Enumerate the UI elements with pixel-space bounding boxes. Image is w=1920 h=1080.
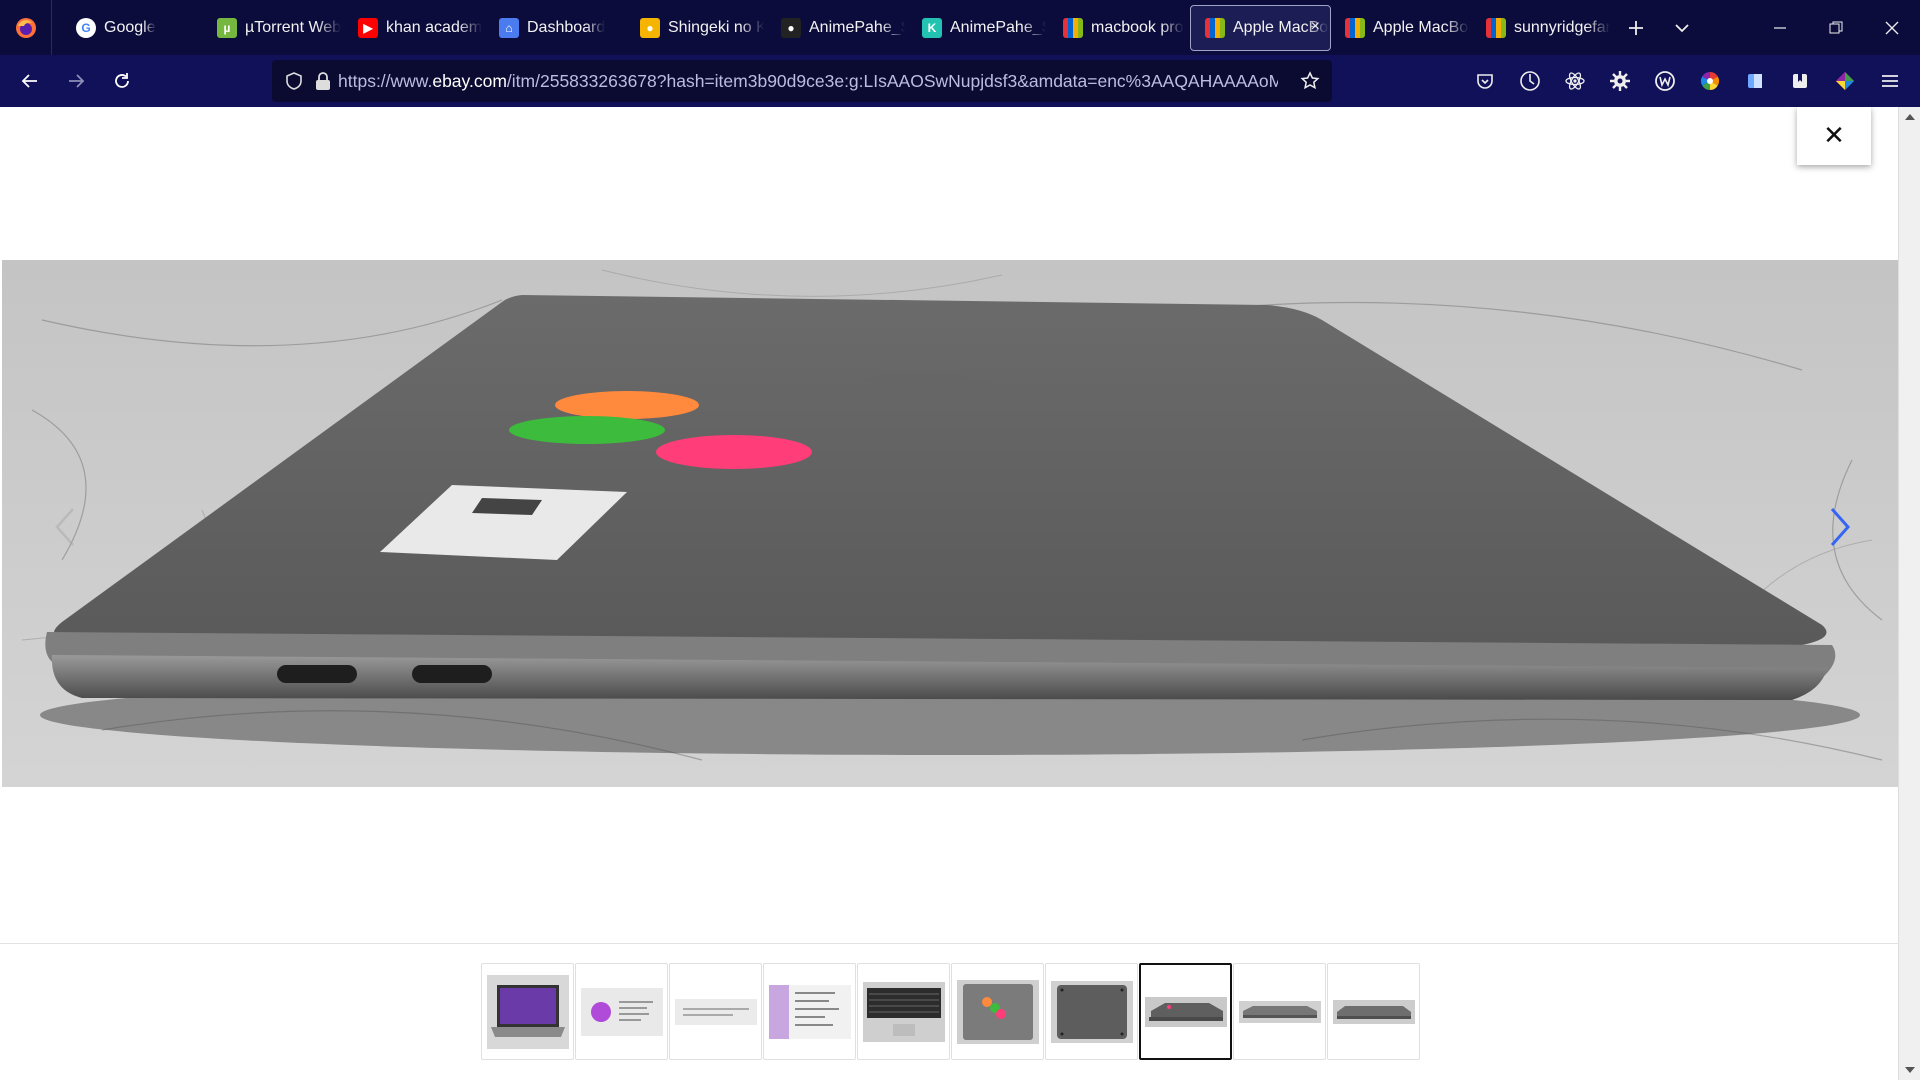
ebay-icon [1345, 17, 1365, 38]
tab-5[interactable]: ● Shingeki no Kyojin [626, 5, 767, 51]
tab-strip: G Google µ µTorrent Web ▶ khan academy ⌂ Dashbo… [52, 0, 1613, 55]
tab-1[interactable]: G Google [62, 5, 203, 51]
tab-title: khan academy [386, 18, 482, 36]
tab-title: AnimePahe_S [950, 18, 1046, 36]
color-wheel-icon[interactable] [1695, 66, 1725, 96]
forward-button[interactable] [54, 61, 98, 101]
tab-9-active[interactable]: Apple MacBook× [1190, 4, 1331, 51]
lock-icon[interactable] [314, 71, 332, 91]
tab-title: sunnyridgefarm [1514, 18, 1610, 36]
bookmark-star-icon[interactable] [1300, 71, 1320, 91]
tab-8[interactable]: macbook pro [1049, 5, 1190, 51]
thumbnail-8-selected[interactable] [1139, 963, 1232, 1060]
react-devtools-icon[interactable] [1560, 66, 1590, 96]
ebay-icon [1486, 17, 1506, 38]
scroll-up-arrow-icon [1905, 114, 1915, 120]
close-viewer-button[interactable]: ✕ [1797, 107, 1871, 165]
scroll-down-arrow-icon [1905, 1067, 1915, 1073]
vertical-scrollbar[interactable] [1898, 107, 1920, 1080]
thumbnail-divider [0, 943, 1898, 944]
navigation-toolbar: https://www.ebay.com/itm/255833263678?ha… [0, 55, 1920, 107]
back-button[interactable] [8, 61, 52, 101]
thumbnail-10[interactable] [1327, 963, 1420, 1060]
browser-window: G Google µ µTorrent Web ▶ khan academy ⌂ Dashbo… [0, 0, 1920, 1080]
thumbnail-2[interactable] [575, 963, 668, 1060]
list-all-tabs-button[interactable] [1659, 5, 1705, 51]
tab-2[interactable]: µ µTorrent Web [203, 5, 344, 51]
thumbnail-7[interactable] [1045, 963, 1138, 1060]
reload-button[interactable] [100, 61, 144, 101]
tab-title: Shingeki no Kyojin [668, 18, 764, 36]
power-icon[interactable] [1515, 66, 1545, 96]
thumbnail-6[interactable] [951, 963, 1044, 1060]
ebay-icon [1063, 17, 1083, 38]
k-icon: K [922, 17, 942, 38]
tab-bar: G Google µ µTorrent Web ▶ khan academy ⌂ Dashbo… [0, 0, 1920, 55]
tab-7[interactable]: K AnimePahe_S [908, 5, 1049, 51]
thumbnail-4[interactable] [763, 963, 856, 1060]
sidebar-icon[interactable] [1740, 66, 1770, 96]
image-viewer-overlay: ✕ [0, 107, 1898, 1080]
main-product-image[interactable] [2, 260, 1898, 787]
url-text[interactable]: https://www.ebay.com/itm/255833263678?ha… [338, 71, 1278, 92]
gear-icon[interactable] [1605, 66, 1635, 96]
w-extension-icon[interactable] [1650, 66, 1680, 96]
google-icon: G [76, 17, 96, 38]
thumbnail-9[interactable] [1233, 963, 1326, 1060]
tab-title: Dashboard [527, 18, 606, 36]
previous-image-button[interactable] [45, 499, 85, 555]
tab-title: macbook pro [1091, 18, 1184, 36]
ebay-icon [1205, 17, 1225, 38]
chevron-right-icon [1830, 508, 1851, 546]
close-icon: ✕ [1823, 121, 1845, 151]
pocket-icon[interactable] [1470, 66, 1500, 96]
thumbnail-strip [481, 963, 1420, 1060]
tab-3[interactable]: ▶ khan academy [344, 5, 485, 51]
restore-button[interactable] [1808, 0, 1864, 55]
address-bar[interactable]: https://www.ebay.com/itm/255833263678?ha… [272, 60, 1332, 102]
firefox-icon[interactable] [0, 0, 52, 55]
tab-6[interactable]: ● AnimePahe_S [767, 5, 908, 51]
menu-icon[interactable] [1875, 66, 1905, 96]
window-close-button[interactable] [1864, 0, 1920, 55]
color-picker-icon[interactable] [1830, 66, 1860, 96]
tab-title: Google [104, 18, 156, 36]
utorrent-icon: µ [217, 17, 237, 38]
tab-10[interactable]: Apple MacBook [1331, 5, 1472, 51]
tab-close-icon[interactable]: × [1311, 18, 1320, 36]
cat-icon: ● [640, 17, 660, 38]
youtube-icon: ▶ [358, 17, 378, 38]
dashboard-icon: ⌂ [499, 17, 519, 38]
tracking-protection-shield-icon[interactable] [284, 71, 304, 91]
chevron-left-icon [55, 508, 74, 546]
next-image-button[interactable] [1820, 499, 1860, 555]
tab-title: µTorrent Web [245, 18, 341, 36]
tab-title: AnimePahe_S [809, 18, 905, 36]
tab-11[interactable]: sunnyridgefarm [1472, 5, 1613, 51]
bookmark-icon[interactable] [1785, 66, 1815, 96]
thumbnail-1[interactable] [481, 963, 574, 1060]
thumbnail-5[interactable] [857, 963, 950, 1060]
tab-title: Apple MacBook [1373, 18, 1469, 36]
new-tab-button[interactable] [1613, 5, 1659, 51]
tab-4[interactable]: ⌂ Dashboard [485, 5, 626, 51]
minimize-button[interactable] [1752, 0, 1808, 55]
thumbnail-3[interactable] [669, 963, 762, 1060]
animepahe-icon: ● [781, 17, 801, 38]
